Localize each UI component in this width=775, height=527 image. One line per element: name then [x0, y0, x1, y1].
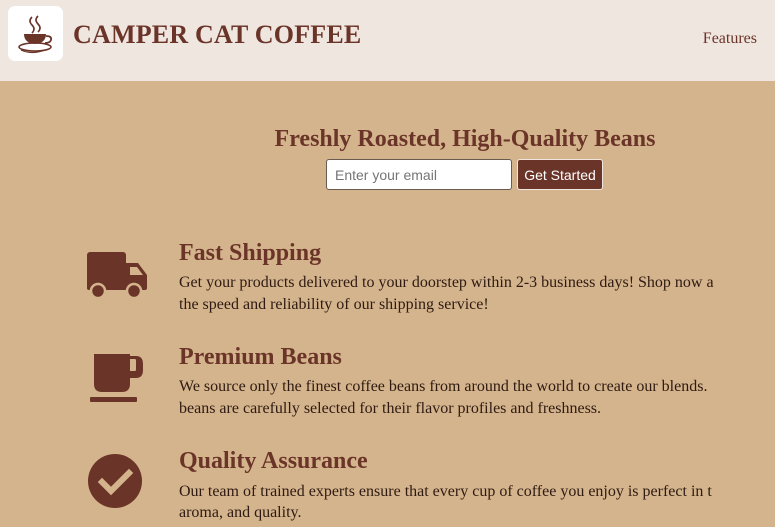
get-started-button[interactable]: Get Started — [517, 159, 603, 190]
feature-title: Quality Assurance — [179, 448, 368, 474]
brand-title: CAMPER CAT COFFEE — [73, 20, 362, 49]
coffee-cup-icon — [17, 14, 52, 53]
mug-icon — [90, 354, 143, 402]
feature-title: Premium Beans — [179, 344, 342, 370]
hero-title: Freshly Roasted, High-Quality Beans — [274, 126, 656, 152]
logo[interactable] — [8, 6, 63, 61]
feature-description-line: Get your products delivered to your door… — [179, 274, 714, 291]
feature-description-line: aroma, and quality. — [179, 504, 302, 521]
email-input[interactable] — [326, 159, 512, 190]
feature-description-line: beans are carefully selected for their f… — [179, 400, 602, 417]
feature-description-line: We source only the finest coffee beans f… — [179, 378, 708, 395]
feature-description-line: the speed and reliability of our shippin… — [179, 296, 489, 313]
site-header: CAMPER CAT COFFEE Features — [0, 0, 775, 81]
feature-description-line: Our team of trained experts ensure that … — [179, 483, 712, 500]
check-circle-icon — [88, 454, 142, 508]
truck-icon — [87, 252, 147, 300]
nav-link-features[interactable]: Features — [703, 30, 757, 48]
feature-title: Fast Shipping — [179, 240, 322, 266]
